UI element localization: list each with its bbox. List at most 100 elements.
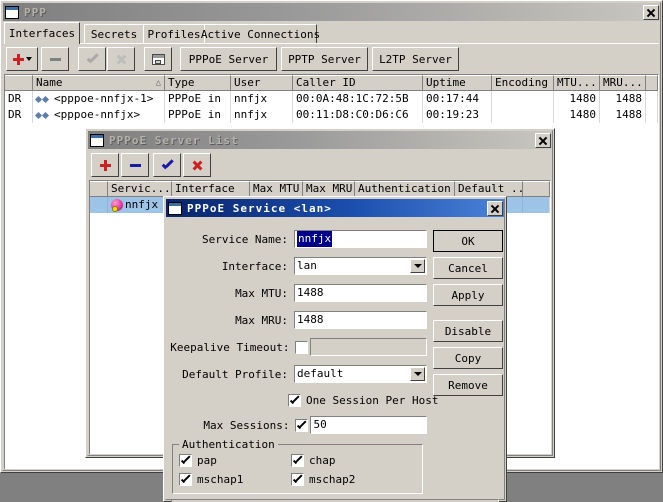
default-profile-value: default bbox=[297, 367, 344, 380]
ok-button[interactable]: OK bbox=[433, 230, 503, 252]
column-header-uptime[interactable]: Uptime bbox=[423, 75, 492, 91]
interface-select[interactable]: lan bbox=[294, 257, 427, 275]
row-spacer bbox=[646, 107, 658, 123]
one-session-per-host-row[interactable]: One Session Per Host bbox=[288, 394, 438, 407]
apply-button[interactable]: Apply bbox=[433, 284, 503, 306]
auth-option-pap[interactable]: pap bbox=[179, 454, 217, 467]
table-row[interactable]: DR <pppoe-nnfjx> PPPoE in nnfjx 00:11:D8… bbox=[5, 107, 658, 123]
row-caller-id: 00:11:D8:C0:D6:C6 bbox=[293, 107, 423, 123]
chevron-down-icon[interactable] bbox=[410, 367, 425, 381]
mschap1-checkbox[interactable] bbox=[179, 473, 192, 486]
column-header-flags[interactable] bbox=[5, 75, 33, 91]
services-table-header: Servic... △ Interface Max MTU Max MRU Au… bbox=[90, 181, 550, 197]
server-list-titlebar[interactable]: PPPoE Server List bbox=[88, 131, 552, 149]
keepalive-timeout-checkbox[interactable] bbox=[295, 340, 309, 354]
table-row[interactable]: DR <pppoe-nnfjx-1> PPPoE in nnfjx 00:0A:… bbox=[5, 91, 658, 107]
keepalive-timeout-input[interactable] bbox=[310, 338, 427, 356]
default-profile-row: Default Profile: default bbox=[167, 365, 427, 383]
chevron-down-icon[interactable] bbox=[410, 259, 425, 273]
service-dialog-title: PPPoE Service <lan> bbox=[187, 201, 332, 215]
comment-interface-button[interactable] bbox=[144, 47, 172, 71]
chap-label: chap bbox=[309, 454, 336, 467]
tab-profiles-label: Profiles bbox=[147, 28, 201, 41]
disable-service-button[interactable] bbox=[183, 153, 211, 177]
l2tp-server-button[interactable]: L2TP Server bbox=[372, 47, 459, 71]
pppoe-server-label: PPPoE Server bbox=[188, 52, 269, 66]
column-header-flags[interactable] bbox=[90, 181, 108, 197]
add-service-button[interactable] bbox=[91, 153, 119, 177]
pptp-server-button[interactable]: PPTP Server bbox=[281, 47, 368, 71]
column-header-interface[interactable]: Interface bbox=[172, 181, 250, 197]
column-header-max-mru[interactable]: Max MRU bbox=[303, 181, 355, 197]
auth-option-chap[interactable]: chap bbox=[291, 454, 336, 467]
column-header-spacer[interactable] bbox=[646, 75, 658, 91]
disable-button[interactable]: Disable bbox=[433, 320, 503, 342]
column-header-user[interactable]: User bbox=[231, 75, 293, 91]
x-icon bbox=[116, 54, 127, 65]
one-session-per-host-checkbox[interactable] bbox=[288, 394, 301, 407]
max-mtu-input[interactable]: 1488 bbox=[294, 284, 427, 302]
enable-interface-button[interactable] bbox=[78, 47, 106, 71]
ppp-titlebar[interactable]: PPP bbox=[3, 3, 660, 21]
tab-interfaces[interactable]: Interfaces bbox=[4, 22, 80, 44]
enable-service-button[interactable] bbox=[153, 153, 181, 177]
tab-profiles[interactable]: Profiles bbox=[143, 24, 205, 44]
mschap2-checkbox[interactable] bbox=[291, 473, 304, 486]
row-flags: DR bbox=[5, 91, 33, 107]
column-header-authentication[interactable]: Authentication bbox=[355, 181, 455, 197]
window-icon bbox=[168, 201, 182, 215]
pppoe-server-button[interactable]: PPPoE Server bbox=[180, 47, 277, 71]
copy-button[interactable]: Copy bbox=[433, 347, 503, 369]
column-header-type[interactable]: Type bbox=[165, 75, 231, 91]
close-icon[interactable] bbox=[487, 200, 503, 216]
service-dialog-titlebar[interactable]: PPPoE Service <lan> bbox=[166, 199, 504, 217]
column-header-spacer[interactable] bbox=[523, 181, 550, 197]
add-interface-button[interactable] bbox=[6, 47, 38, 71]
pap-label: pap bbox=[197, 454, 217, 467]
interface-row: Interface: lan bbox=[167, 257, 427, 275]
pap-checkbox[interactable] bbox=[179, 454, 192, 467]
disable-interface-button[interactable] bbox=[107, 47, 135, 71]
column-header-default-profile[interactable]: Default ... bbox=[455, 181, 523, 197]
close-icon[interactable] bbox=[535, 132, 551, 148]
tab-active-connections[interactable]: Active Connections bbox=[201, 24, 320, 44]
auth-option-mschap1[interactable]: mschap1 bbox=[179, 473, 243, 486]
cancel-button[interactable]: Cancel bbox=[433, 257, 503, 279]
column-header-caller-id[interactable]: Caller ID bbox=[293, 75, 423, 91]
remove-button-label: Remove bbox=[448, 378, 488, 392]
max-mru-value: 1488 bbox=[297, 313, 324, 326]
auth-option-mschap2[interactable]: mschap2 bbox=[291, 473, 355, 486]
remove-interface-button[interactable] bbox=[41, 47, 69, 71]
tab-secrets[interactable]: Secrets bbox=[84, 24, 144, 44]
row-mru: 1488 bbox=[600, 91, 646, 107]
max-sessions-input[interactable]: 50 bbox=[310, 416, 427, 434]
column-header-name[interactable]: Name △ bbox=[33, 75, 165, 91]
remove-service-button[interactable] bbox=[121, 153, 149, 177]
max-mru-row: Max MRU: 1488 bbox=[167, 311, 427, 329]
close-icon[interactable] bbox=[643, 4, 659, 20]
max-sessions-label: Max Sessions: bbox=[203, 418, 290, 432]
row-type: PPPoE in bbox=[165, 91, 231, 107]
chap-checkbox[interactable] bbox=[291, 454, 304, 467]
column-header-mtu[interactable]: MTU... bbox=[554, 75, 600, 91]
max-mru-label: Max MRU: bbox=[235, 313, 289, 327]
max-mtu-value: 1488 bbox=[297, 286, 324, 299]
max-mtu-label: Max MTU: bbox=[235, 286, 289, 300]
column-header-max-mtu[interactable]: Max MTU bbox=[250, 181, 303, 197]
max-mru-input[interactable]: 1488 bbox=[294, 311, 427, 329]
column-header-service[interactable]: Servic... △ bbox=[108, 181, 172, 197]
remove-button[interactable]: Remove bbox=[433, 374, 503, 396]
column-header-encoding[interactable]: Encoding bbox=[492, 75, 554, 91]
max-sessions-checkbox[interactable] bbox=[295, 418, 309, 432]
ppp-window-title: PPP bbox=[24, 5, 47, 19]
row-mru: 1488 bbox=[600, 107, 646, 123]
window-icon bbox=[5, 5, 19, 19]
service-name-input[interactable]: nnfjx bbox=[294, 230, 427, 248]
authentication-legend: Authentication bbox=[179, 438, 278, 451]
row-uptime: 00:19:23 bbox=[423, 107, 492, 123]
default-profile-select[interactable]: default bbox=[294, 365, 427, 383]
column-header-mru[interactable]: MRU... bbox=[600, 75, 646, 91]
check-icon bbox=[162, 161, 173, 170]
server-list-toolbar bbox=[89, 150, 551, 180]
row-encoding bbox=[492, 91, 554, 107]
